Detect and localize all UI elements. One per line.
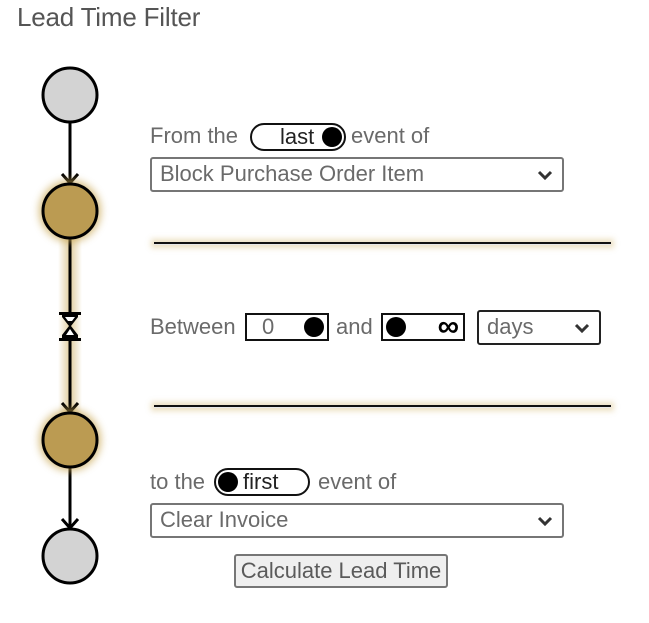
min-duration-input[interactable]: 0 — [245, 313, 329, 341]
from-event-select[interactable]: Block Purchase Order Item — [150, 157, 564, 192]
from-occurrence-toggle[interactable]: last — [250, 123, 346, 151]
to-occurrence-label: first — [243, 469, 279, 494]
from-event-selected: Block Purchase Order Item — [160, 161, 425, 186]
max-duration-input[interactable]: ∞ — [381, 310, 465, 343]
timeline-graphic — [39, 66, 101, 585]
slider-knob[interactable] — [386, 317, 406, 337]
from-occurrence-label: last — [280, 124, 315, 149]
to-prefix-label: to the — [150, 469, 206, 494]
between-prefix-label: Between — [150, 314, 236, 339]
chevron-down-icon — [537, 170, 553, 180]
time-unit-selected: days — [487, 314, 534, 339]
from-prefix-label: From the — [150, 123, 239, 148]
min-duration-value: 0 — [262, 314, 275, 339]
to-suffix-label: event of — [318, 469, 397, 494]
from-suffix-label: event of — [351, 123, 430, 148]
to-event-selected: Clear Invoice — [160, 507, 289, 532]
section-divider — [154, 242, 611, 245]
start-node — [41, 66, 99, 124]
section-divider — [154, 405, 611, 408]
to-occurrence-toggle[interactable]: first — [214, 468, 310, 496]
and-label: and — [336, 314, 373, 339]
end-node — [41, 527, 99, 585]
toggle-knob — [322, 127, 342, 147]
to-event-select[interactable]: Clear Invoice — [150, 503, 564, 538]
from-event-node — [41, 182, 99, 240]
chevron-down-icon — [537, 516, 553, 526]
slider-knob[interactable] — [304, 317, 324, 337]
time-unit-select[interactable]: days — [477, 310, 601, 345]
to-event-node — [41, 411, 99, 469]
calculate-lead-time-button[interactable]: Calculate Lead Time — [234, 554, 448, 588]
chevron-down-icon — [574, 323, 590, 333]
toggle-knob — [218, 472, 238, 492]
max-duration-value: ∞ — [437, 310, 459, 343]
